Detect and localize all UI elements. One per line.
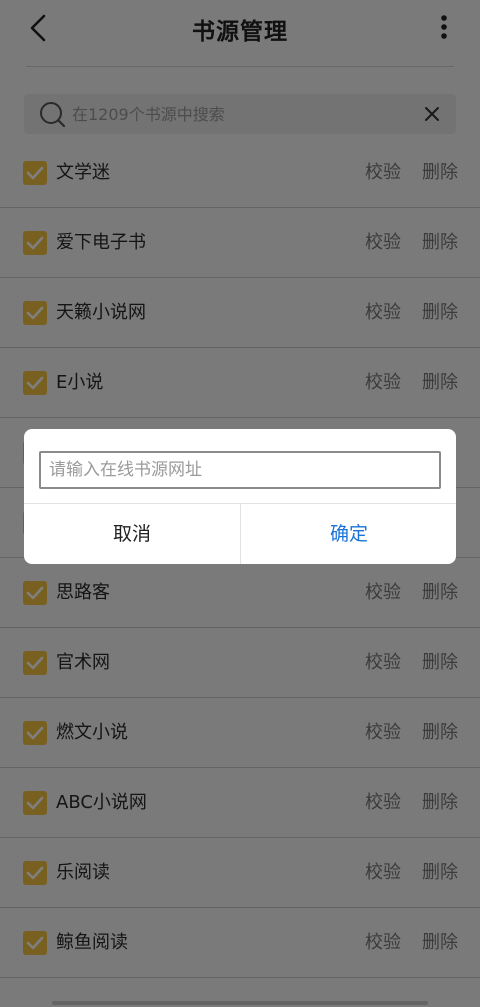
add-source-dialog: 取消 确定 [24, 429, 456, 564]
source-url-input[interactable] [39, 451, 441, 489]
confirm-button[interactable]: 确定 [241, 504, 456, 564]
cancel-button[interactable]: 取消 [24, 504, 240, 564]
